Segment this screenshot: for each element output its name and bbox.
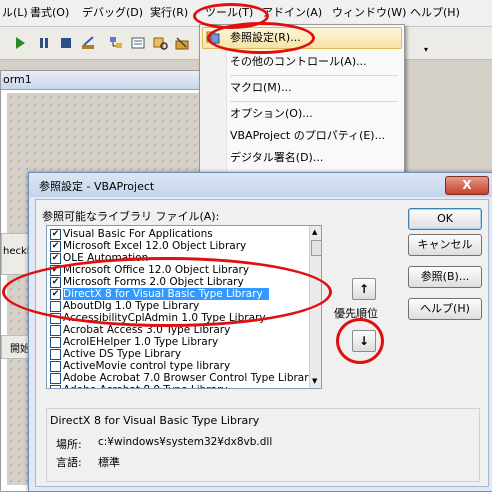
menu-separator <box>230 75 398 76</box>
menu-help[interactable]: ヘルプ(H) <box>410 5 460 21</box>
library-checkbox[interactable] <box>50 361 61 372</box>
library-checkbox[interactable]: ✔ <box>50 229 61 240</box>
language-label: 言語: <box>56 456 82 469</box>
library-checkbox[interactable]: ✔ <box>50 241 61 252</box>
design-mode-icon[interactable] <box>80 35 96 51</box>
menu-addins[interactable]: アドイン(A) <box>262 5 322 21</box>
references-dialog: 参照設定 - VBAProject X 参照可能なライブラリ ファイル(A): … <box>28 172 492 492</box>
menu-item-options[interactable]: オプション(O)... <box>230 105 313 123</box>
toolbox-icon[interactable] <box>174 35 190 51</box>
annotation-ring-selected-library <box>2 257 332 327</box>
location-value: c:¥windows¥system32¥dx8vb.dll <box>98 436 273 448</box>
run-icon[interactable] <box>12 35 28 51</box>
library-name: Microsoft Excel 12.0 Object Library <box>63 240 247 252</box>
toolbar-overflow-icon[interactable]: ▾ <box>424 45 428 54</box>
library-checkbox[interactable] <box>50 385 61 388</box>
ok-button[interactable]: OK <box>408 208 482 230</box>
menu-run[interactable]: 実行(R) <box>150 5 188 21</box>
object-browser-icon[interactable] <box>152 35 168 51</box>
library-name: Adobe Acrobat 8.0 Type Library <box>63 384 228 388</box>
menu-debug[interactable]: デバッグ(D) <box>82 5 143 21</box>
dialog-body: 参照可能なライブラリ ファイル(A): ✔ Visual Basic For Ap… <box>35 199 489 487</box>
library-list-item[interactable]: ✔ Microsoft Excel 12.0 Object Library <box>47 240 309 252</box>
annotation-ring-references-item <box>207 22 315 54</box>
cancel-button[interactable]: キャンセル <box>408 234 482 256</box>
scroll-down-icon[interactable]: ▼ <box>312 377 317 385</box>
help-button[interactable]: ヘルプ(H) <box>408 298 482 320</box>
userform-title: orm1 <box>3 73 32 86</box>
library-checkbox[interactable] <box>50 349 61 360</box>
pause-icon[interactable] <box>36 35 52 51</box>
menu-window[interactable]: ウィンドウ(W) <box>332 5 406 21</box>
library-list-item[interactable]: Adobe Acrobat 7.0 Browser Control Type L… <box>47 372 315 384</box>
menu-item-project-properties[interactable]: VBAProject のプロパティ(E)... <box>230 127 385 145</box>
library-checkbox[interactable] <box>50 337 61 348</box>
menu-item-digital-signature[interactable]: デジタル署名(D)... <box>230 149 323 167</box>
library-list-item[interactable]: AcroIEHelper 1.0 Type Library <box>47 336 309 348</box>
library-list-item[interactable]: ActiveMovie control type library <box>47 360 309 372</box>
library-list-item[interactable]: Adobe Acrobat 8.0 Type Library <box>47 384 309 388</box>
menu-view[interactable]: ル(L) <box>2 5 28 21</box>
library-name: Visual Basic For Applications <box>63 228 213 240</box>
close-icon[interactable]: X <box>445 176 489 195</box>
library-list-item[interactable]: ✔ Visual Basic For Applications <box>47 228 309 240</box>
scroll-up-icon[interactable]: ▲ <box>312 228 317 236</box>
menu-item-macros[interactable]: マクロ(M)... <box>230 79 292 97</box>
properties-icon[interactable] <box>130 35 146 51</box>
menu-item-additional-controls[interactable]: その他のコントロール(A)... <box>230 53 367 71</box>
library-list-item[interactable]: Active DS Type Library <box>47 348 309 360</box>
library-name: Adobe Acrobat 7.0 Browser Control Type L… <box>63 372 315 384</box>
library-list-label: 参照可能なライブラリ ファイル(A): <box>42 210 220 223</box>
library-checkbox[interactable] <box>50 325 61 336</box>
scrollbar-thumb[interactable] <box>311 240 321 256</box>
language-value: 標準 <box>98 456 120 469</box>
menu-separator <box>230 101 398 102</box>
library-checkbox[interactable]: ✔ <box>50 253 61 264</box>
start-button-label: 開始 <box>10 344 30 355</box>
project-explorer-icon[interactable] <box>108 35 124 51</box>
location-label: 場所: <box>56 438 82 451</box>
library-name: Active DS Type Library <box>63 348 182 360</box>
library-name: ActiveMovie control type library <box>63 360 231 372</box>
selected-library-name: DirectX 8 for Visual Basic Type Library <box>50 414 260 427</box>
library-checkbox[interactable] <box>50 373 61 384</box>
dialog-title-bar: 参照設定 - VBAProject <box>29 173 492 197</box>
dialog-title: 参照設定 - VBAProject <box>39 180 155 193</box>
annotation-ring-priority-down <box>336 318 384 364</box>
menu-format[interactable]: 書式(O) <box>30 5 69 21</box>
priority-up-button[interactable]: ↑ <box>352 278 376 300</box>
stop-icon[interactable] <box>58 35 74 51</box>
browse-button[interactable]: 参照(B)... <box>408 266 482 288</box>
library-name: AcroIEHelper 1.0 Type Library <box>63 336 219 348</box>
